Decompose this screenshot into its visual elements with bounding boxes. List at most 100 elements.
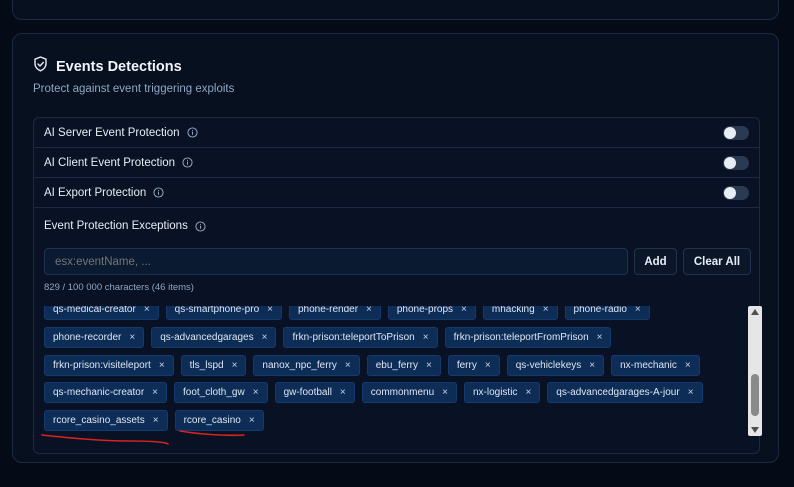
tag-label: ferry: [456, 360, 477, 371]
exception-tag: nanox_npc_ferry ×: [253, 355, 360, 376]
tag-row: qs-medical-creator × qs-smartphone-pro × pho…: [44, 306, 650, 320]
remove-tag-icon[interactable]: ×: [589, 360, 595, 371]
info-icon[interactable]: [195, 220, 206, 232]
scroll-thumb[interactable]: [751, 374, 759, 416]
tag-label: phone-recorder: [53, 332, 122, 343]
tag-label: rcore_casino: [183, 415, 241, 426]
tag-label: qs-smartphone-pro: [174, 306, 260, 315]
tag-label: ebu_ferry: [375, 360, 418, 371]
setting-row-ai-export: AI Export Protection: [34, 178, 759, 208]
info-icon[interactable]: [182, 157, 193, 168]
tag-list-scrollbar[interactable]: [748, 306, 762, 436]
event-protection-exceptions: Event Protection Exceptions Add Clear Al…: [34, 208, 762, 436]
setting-label: AI Server Event Protection: [44, 126, 180, 139]
exception-tag: ferry ×: [447, 355, 500, 376]
exception-tag: phone-render ×: [288, 306, 381, 320]
ai-export-protection-toggle[interactable]: [723, 185, 749, 200]
remove-tag-icon[interactable]: ×: [685, 360, 691, 371]
remove-tag-icon[interactable]: ×: [340, 387, 346, 398]
exception-tag: phone-radio ×: [564, 306, 650, 320]
remove-tag-icon[interactable]: ×: [159, 360, 165, 371]
tag-label: phone-radio: [573, 306, 627, 315]
exception-tag: nx-logistic ×: [463, 382, 541, 403]
exception-tag: qs-advancedgarages-A-jour ×: [547, 382, 703, 403]
tag-label: frkn-prison:teleportFromPrison: [453, 332, 589, 343]
tag-label: phone-render: [297, 306, 359, 315]
exception-tag: qs-mechanic-creator ×: [44, 382, 167, 403]
setting-row-ai-client: AI Client Event Protection: [34, 148, 759, 178]
exception-tag: frkn-prison:teleportToPrison ×: [283, 327, 438, 348]
remove-tag-icon[interactable]: ×: [635, 306, 641, 315]
remove-tag-icon[interactable]: ×: [267, 306, 273, 315]
tag-label: frkn-prison:teleportToPrison: [292, 332, 415, 343]
section-subtitle: Protect against event triggering exploit…: [33, 83, 235, 95]
info-icon[interactable]: [153, 187, 164, 198]
tag-label: frkn-prison:visiteleport: [53, 360, 151, 371]
section-title: Events Detections: [56, 58, 182, 75]
exception-tag: phone-recorder ×: [44, 327, 145, 348]
remove-tag-icon[interactable]: ×: [152, 387, 158, 398]
exception-tag: frkn-prison:visiteleport ×: [44, 355, 174, 376]
add-button[interactable]: Add: [634, 248, 677, 275]
info-icon[interactable]: [186, 127, 198, 138]
exception-tag: qs-vehiclekeys ×: [506, 355, 605, 376]
setting-row-ai-server: AI Server Event Protection: [34, 118, 759, 148]
tag-label: nx-mechanic: [620, 360, 677, 371]
tag-label: gw-football: [283, 387, 332, 398]
remove-tag-icon[interactable]: ×: [262, 332, 268, 343]
tag-row: rcore_casino_assets × rcore_casino ×: [44, 410, 264, 431]
tag-label: commonmenu: [370, 387, 435, 398]
tag-label: qs-vehiclekeys: [515, 360, 582, 371]
remove-tag-icon[interactable]: ×: [461, 306, 467, 315]
tag-label: nanox_npc_ferry: [262, 360, 337, 371]
events-detections-card: Events Detections Protect against event …: [12, 33, 779, 463]
exception-tag: frkn-prison:teleportFromPrison ×: [444, 327, 612, 348]
triangle-down-icon[interactable]: [748, 424, 762, 436]
exception-tag: ebu_ferry ×: [366, 355, 441, 376]
ai-server-event-protection-toggle[interactable]: [723, 125, 749, 140]
remove-tag-icon[interactable]: ×: [249, 415, 255, 426]
remove-tag-icon[interactable]: ×: [485, 360, 491, 371]
remove-tag-icon[interactable]: ×: [442, 387, 448, 398]
setting-label: AI Export Protection: [44, 186, 147, 199]
exceptions-label: Event Protection Exceptions: [44, 220, 188, 232]
remove-tag-icon[interactable]: ×: [366, 306, 372, 315]
exception-tag: qs-smartphone-pro ×: [165, 306, 282, 320]
event-name-input[interactable]: [44, 248, 628, 275]
remove-tag-icon[interactable]: ×: [129, 332, 135, 343]
remove-tag-icon[interactable]: ×: [423, 332, 429, 343]
exception-tag: phone-props ×: [387, 306, 476, 320]
tag-row: frkn-prison:visiteleport × tls_lspd × nanox_…: [44, 355, 700, 376]
exception-tag: rcore_casino_assets ×: [44, 410, 168, 431]
clear-all-button[interactable]: Clear All: [683, 248, 751, 275]
remove-tag-icon[interactable]: ×: [232, 360, 238, 371]
tag-label: phone-props: [396, 306, 454, 315]
tag-label: qs-advancedgarages-A-jour: [556, 387, 680, 398]
remove-tag-icon[interactable]: ×: [345, 360, 351, 371]
exception-tag: rcore_casino ×: [174, 410, 264, 431]
remove-tag-icon[interactable]: ×: [597, 332, 603, 343]
section-header: Events Detections: [33, 56, 182, 77]
remove-tag-icon[interactable]: ×: [525, 387, 531, 398]
remove-tag-icon[interactable]: ×: [253, 387, 259, 398]
exception-tag: gw-football ×: [274, 382, 355, 403]
exception-tag: nx-mechanic ×: [611, 355, 700, 376]
remove-tag-icon[interactable]: ×: [153, 415, 159, 426]
previous-section-card: [12, 0, 779, 20]
tag-label: nx-logistic: [472, 387, 518, 398]
tag-label: foot_cloth_gw: [183, 387, 245, 398]
remove-tag-icon[interactable]: ×: [543, 306, 549, 315]
triangle-up-icon[interactable]: [748, 306, 762, 318]
remove-tag-icon[interactable]: ×: [144, 306, 150, 315]
settings-panel: AI Server Event Protection AI Client Eve…: [33, 117, 762, 454]
tag-label: qs-advancedgarages: [160, 332, 254, 343]
remove-tag-icon[interactable]: ×: [426, 360, 432, 371]
character-counter: 829 / 100 000 characters (46 items): [44, 282, 194, 293]
tag-row: phone-recorder × qs-advancedgarages × frkn-p…: [44, 327, 612, 348]
ai-client-event-protection-toggle[interactable]: [723, 155, 749, 170]
exceptions-tag-list: qs-medical-creator × qs-smartphone-pro × pho…: [44, 306, 736, 436]
tag-label: rcore_casino_assets: [53, 415, 145, 426]
exception-tag: mhacking ×: [482, 306, 558, 320]
remove-tag-icon[interactable]: ×: [688, 387, 694, 398]
setting-label: AI Client Event Protection: [44, 156, 176, 169]
